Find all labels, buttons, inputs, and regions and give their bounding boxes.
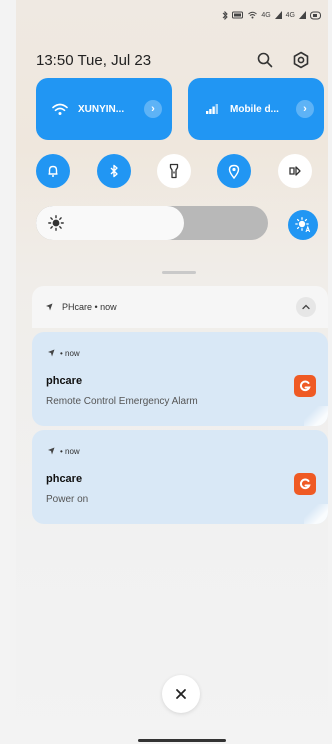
cast-arrow-icon	[289, 166, 301, 176]
search-icon[interactable]	[254, 49, 276, 71]
notification-title: phcare	[46, 375, 83, 387]
notification-card[interactable]: • now phcare Power on	[32, 430, 328, 524]
wifi-tile[interactable]: XUNYIN... ›	[36, 78, 172, 140]
bluetooth-icon	[222, 10, 229, 20]
signal-1-label: 4G	[261, 11, 271, 19]
flashlight-icon	[169, 163, 179, 179]
battery-icon	[310, 11, 321, 19]
location-pin-icon	[228, 164, 240, 179]
wifi-tile-label: XUNYIN...	[78, 103, 125, 115]
notification-card[interactable]: • now phcare Remote Control Emergency Al…	[32, 332, 328, 426]
date-text: Tue, Jul 23	[77, 51, 152, 69]
notification-meta: • now	[46, 348, 80, 358]
battery-saver-icon	[232, 11, 244, 19]
notification-shade: 4G 4G 13:50 Tue, Jul 23 XUNYIN... › Mobi…	[16, 0, 328, 744]
clear-all-button[interactable]	[162, 675, 200, 713]
shade-header: 13:50 Tue, Jul 23	[36, 48, 312, 72]
wifi-expand-chevron-icon[interactable]: ›	[144, 100, 162, 118]
settings-icon[interactable]	[290, 49, 312, 71]
sound-toggle[interactable]	[36, 154, 70, 188]
bluetooth-icon	[110, 164, 118, 178]
signal-1-icon	[274, 11, 282, 19]
status-bar: 4G 4G	[222, 8, 322, 22]
notification-time: • now	[60, 348, 80, 358]
location-toggle[interactable]	[217, 154, 251, 188]
notification-text: Power on	[46, 494, 89, 505]
mobile-data-tile-label: Mobile d...	[230, 103, 279, 115]
phcare-app-small-icon	[44, 301, 56, 313]
phcare-app-icon	[294, 375, 316, 397]
notification-corner-fade	[304, 406, 328, 426]
cast-toggle[interactable]	[278, 154, 312, 188]
phcare-app-small-icon	[48, 447, 55, 455]
bluetooth-toggle[interactable]	[97, 154, 131, 188]
notification-meta: • now	[46, 446, 80, 456]
signal-2-label: 4G	[285, 11, 295, 19]
auto-brightness-icon	[295, 217, 311, 233]
signal-2-icon	[299, 11, 306, 19]
flashlight-toggle[interactable]	[157, 154, 191, 188]
shade-drag-handle[interactable]	[162, 271, 196, 274]
notification-title: phcare	[46, 473, 83, 485]
close-icon	[176, 689, 186, 699]
mobile-data-tile[interactable]: Mobile d... ›	[188, 78, 324, 140]
wifi-icon	[52, 101, 68, 117]
sun-icon	[48, 215, 64, 231]
wifi-icon	[248, 11, 258, 19]
notification-text: Remote Control Emergency Alarm	[46, 396, 198, 407]
clock-date: 13:50 Tue, Jul 23	[36, 52, 151, 69]
brightness-slider[interactable]	[36, 206, 268, 240]
chevron-up-icon	[302, 304, 310, 310]
notification-time: • now	[60, 446, 80, 456]
collapse-button[interactable]	[296, 297, 316, 317]
clock-time: 13:50	[36, 51, 74, 69]
auto-brightness-toggle[interactable]	[288, 210, 318, 240]
signal-bars-icon	[204, 101, 220, 117]
notification-group-header[interactable]: PHcare • now	[32, 286, 328, 328]
notification-group-label: PHcare • now	[62, 302, 117, 312]
mobile-data-expand-chevron-icon[interactable]: ›	[296, 100, 314, 118]
phcare-app-icon	[294, 473, 316, 495]
home-indicator[interactable]	[138, 739, 226, 742]
bell-icon	[48, 165, 58, 177]
phcare-app-small-icon	[48, 349, 55, 357]
notification-corner-fade	[304, 504, 328, 524]
